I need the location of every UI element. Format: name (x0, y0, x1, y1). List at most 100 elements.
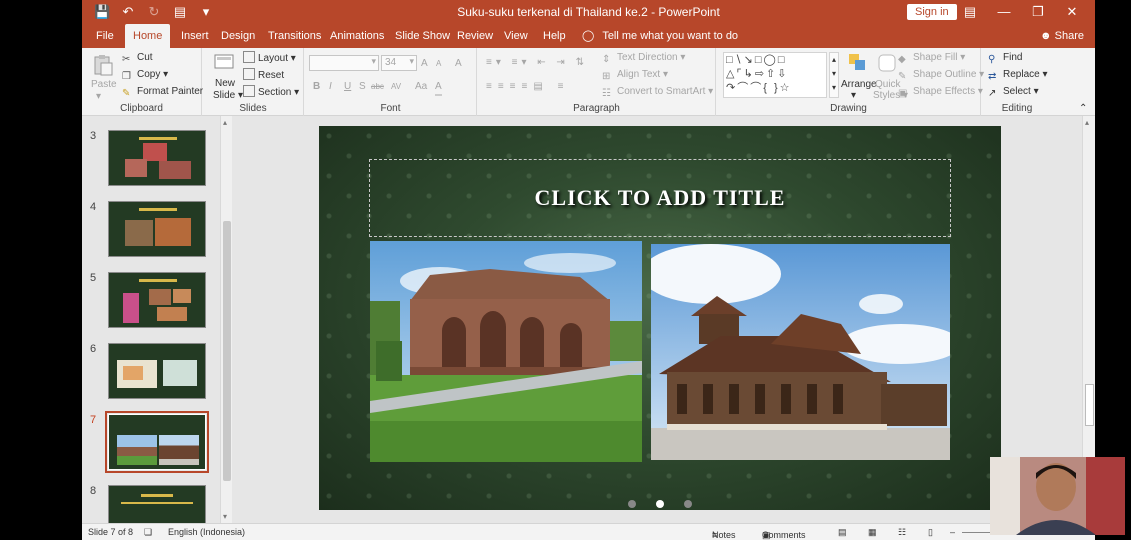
scroll-up-icon[interactable]: ▴ (1085, 118, 1089, 127)
tell-me-search[interactable]: ◯ Tell me what you want to do (582, 24, 738, 48)
normal-view-icon[interactable]: ▤ (838, 527, 847, 538)
paste-dropdown-icon[interactable]: ▾ (96, 90, 101, 104)
select-button[interactable]: ↗ Select ▾ (988, 85, 1039, 99)
spellcheck-icon[interactable]: ❏ (144, 527, 152, 538)
collapse-ribbon-icon[interactable]: ⌃ (1079, 102, 1087, 116)
thumbnail-scrollbar[interactable]: ▴ ▾ (220, 116, 232, 523)
slide-thumbnail[interactable] (108, 272, 206, 328)
new-slide-label-2: Slide (213, 90, 236, 101)
tab-transitions[interactable]: Transitions (260, 24, 329, 48)
restore-icon[interactable]: ❐ (1021, 3, 1055, 21)
ribbon-display-icon[interactable]: ▤ (953, 3, 987, 21)
copy-icon: ❐ (122, 71, 131, 82)
slideshow-view-icon[interactable]: ▯ (928, 527, 933, 538)
powerpoint-window: 💾 ↶ ↻ ▤ ▾ Suku-suku terkenal di Thailand… (82, 0, 1095, 540)
slide-thumbnail-selected[interactable] (105, 411, 209, 473)
minimize-icon[interactable]: — (987, 3, 1021, 21)
align-buttons[interactable]: ≡≡≡≡▤ ≡ (486, 80, 569, 94)
tab-review[interactable]: Review (449, 24, 501, 48)
format-painter-button[interactable]: ✎ Format Painter (122, 85, 203, 99)
arrange-dropdown-icon[interactable]: ▾ (851, 89, 856, 103)
clear-format-button[interactable]: A (455, 57, 462, 71)
slide-thumbnail[interactable] (108, 485, 206, 523)
tab-help[interactable]: Help (535, 24, 574, 48)
reading-view-icon[interactable]: ☷ (898, 527, 906, 538)
new-slide-icon[interactable] (213, 52, 235, 74)
shape-fill-button[interactable]: ◆ Shape Fill ▾ (898, 51, 965, 65)
close-icon[interactable]: ✕ (1055, 3, 1089, 21)
tab-design[interactable]: Design (213, 24, 263, 48)
share-button[interactable]: ☻ Share (1040, 24, 1084, 48)
tab-animations[interactable]: Animations (322, 24, 392, 48)
current-slide[interactable]: CLICK TO ADD TITLE (319, 126, 1001, 510)
title-placeholder[interactable]: CLICK TO ADD TITLE (369, 159, 951, 237)
layout-label: Layout (258, 53, 289, 64)
arrange-button[interactable]: Arrange (841, 78, 877, 92)
grow-font-button[interactable]: A (421, 57, 428, 71)
bold-button[interactable]: B (313, 80, 320, 94)
char-spacing-button[interactable]: AV (391, 80, 401, 94)
notes-label: Notes (712, 530, 736, 540)
section-button[interactable]: Section ▾ (243, 85, 299, 100)
reset-button[interactable]: Reset (243, 68, 284, 83)
cut-button[interactable]: ✂ Cut (122, 51, 153, 65)
find-button[interactable]: ⚲ Find (988, 51, 1022, 65)
replace-button[interactable]: ⇄ Replace ▾ (988, 68, 1048, 82)
shape-outline-button[interactable]: ✎ Shape Outline ▾ (898, 68, 984, 82)
font-color-button[interactable]: A (435, 80, 442, 96)
carousel-dot[interactable] (628, 500, 636, 508)
slide-number: 4 (90, 201, 97, 213)
italic-button[interactable]: I (329, 80, 332, 94)
slide-number: 6 (90, 343, 97, 355)
font-label: Font (380, 103, 401, 114)
slide-thumbnail[interactable] (108, 343, 206, 399)
slide-thumbnail[interactable] (108, 201, 206, 257)
slide-sorter-icon[interactable]: ▦ (868, 527, 877, 538)
underline-button[interactable]: U (344, 80, 351, 94)
quick-styles-icon[interactable] (877, 52, 899, 74)
shrink-font-button[interactable]: A (436, 57, 441, 71)
copy-label: Copy (137, 69, 161, 80)
zoom-out-icon[interactable]: – (950, 527, 955, 537)
title-bar: 💾 ↶ ↻ ▤ ▾ Suku-suku terkenal di Thailand… (82, 0, 1095, 24)
text-direction-button[interactable]: ⇕ Text Direction ▾ (602, 51, 685, 65)
format-painter-label: Format Painter (137, 86, 204, 97)
paste-icon[interactable] (92, 54, 114, 76)
smartart-button[interactable]: ☷ Convert to SmartArt ▾ (602, 85, 713, 99)
picture-wooden-mosque[interactable] (651, 244, 950, 460)
picture-brick-ruins[interactable] (370, 241, 642, 462)
tab-insert[interactable]: Insert (173, 24, 217, 48)
strikethrough-button[interactable]: S (359, 80, 366, 94)
shapes-scroll-button[interactable]: ▴ ▾ ▾ (829, 52, 839, 98)
language-indicator[interactable]: English (Indonesia) (168, 527, 245, 537)
tab-slide-show[interactable]: Slide Show (387, 24, 458, 48)
ribbon-tabs: File Home Insert Design Transitions Anim… (82, 24, 1095, 48)
thumbnail-scroll-thumb[interactable] (223, 221, 231, 481)
list-buttons[interactable]: ≡▾ ≡▾ ⇤ ⇥ ⇅ (486, 56, 588, 70)
zoom-slider[interactable] (962, 532, 992, 533)
tab-view[interactable]: View (496, 24, 536, 48)
align-text-button[interactable]: ⊞ Align Text ▾ (602, 68, 668, 82)
paste-button[interactable]: Paste (91, 78, 117, 92)
tab-home[interactable]: Home (125, 24, 171, 48)
editor-scroll-thumb[interactable] (1085, 384, 1094, 426)
shadow-button[interactable]: abc (371, 80, 384, 94)
carousel-dot-active[interactable] (656, 500, 664, 508)
copy-button[interactable]: ❐ Copy ▾ (122, 68, 168, 82)
slide-thumbnail[interactable] (108, 130, 206, 186)
font-size-field[interactable]: 34 ▾ (381, 55, 417, 71)
change-case-button[interactable]: Aa (415, 80, 427, 94)
sign-in-button[interactable]: Sign in (907, 4, 957, 20)
carousel-dot[interactable] (684, 500, 692, 508)
font-name-dropdown-icon: ▾ (371, 56, 376, 66)
arrange-icon[interactable] (847, 52, 869, 74)
shapes-gallery[interactable]: □∖↘□◯□ △⌜↳⇨⇧⇩ ↷⌒⌒{ }☆ (723, 52, 827, 98)
tab-file[interactable]: File (88, 24, 122, 48)
shape-effects-button[interactable]: ▣ Shape Effects ▾ (898, 85, 983, 99)
layout-button[interactable]: Layout ▾ (243, 51, 296, 66)
new-slide-button[interactable]: Slide ▾ (213, 89, 243, 103)
scroll-down-icon[interactable]: ▾ (223, 512, 227, 521)
clipboard-label: Clipboard (120, 103, 163, 114)
scroll-up-icon[interactable]: ▴ (223, 118, 227, 127)
font-name-field[interactable]: ▾ (309, 55, 379, 71)
